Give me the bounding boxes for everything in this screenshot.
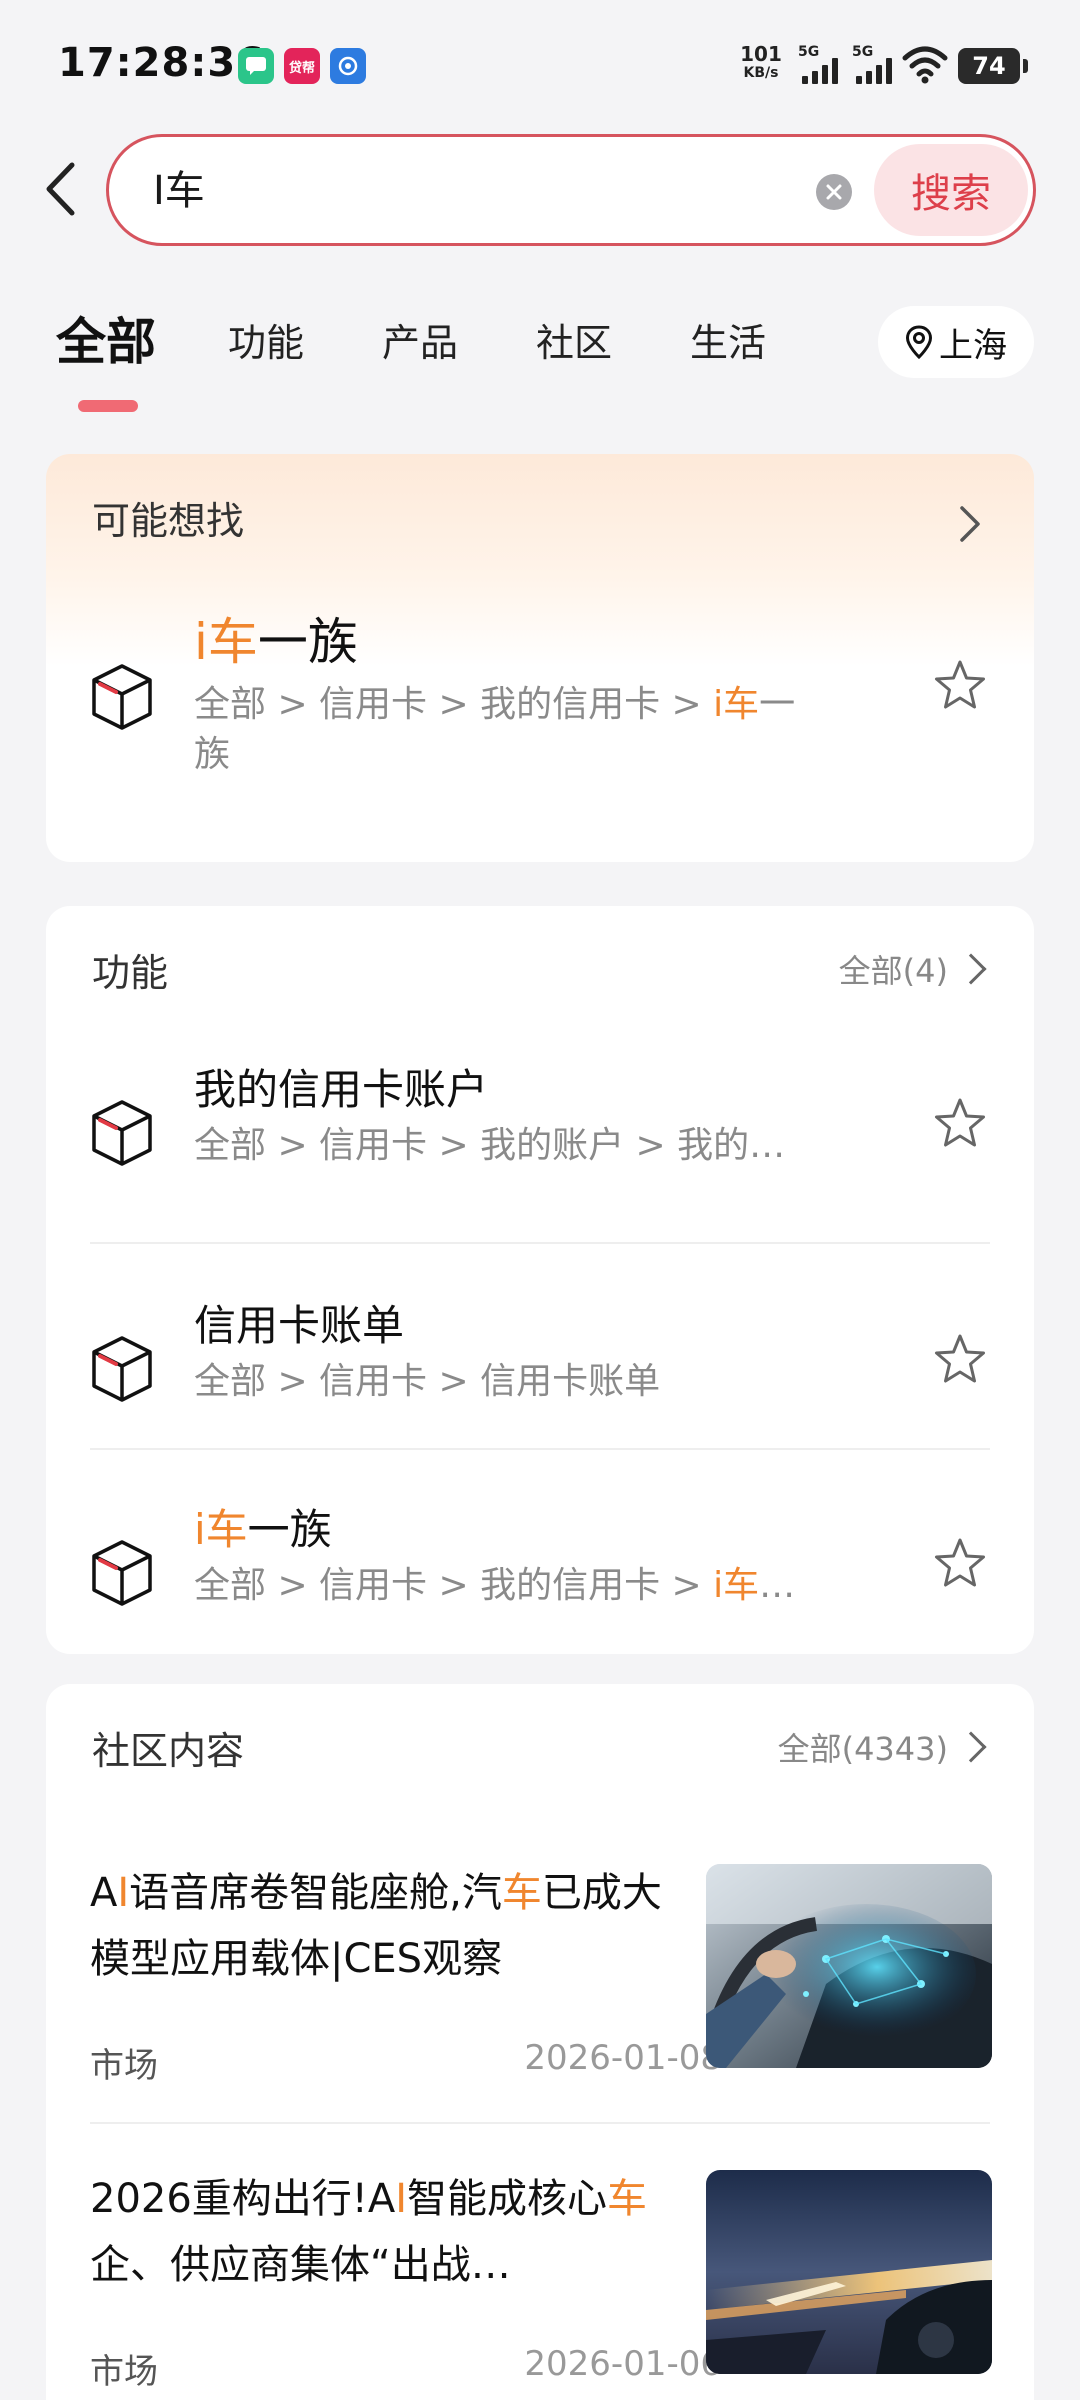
close-icon [826,184,842,200]
cube-icon [90,1538,154,1608]
search-button[interactable]: 搜索 [874,144,1028,236]
car-cockpit-ai-image[interactable] [706,1864,992,2068]
clean-app-icon [330,48,366,84]
function-item-path: 全部 > 信用卡 > 信用卡账单 [194,1361,661,1402]
functions-view-all[interactable]: 全部(4) [839,946,990,992]
function-item-title: 信用卡账单 [194,1301,405,1350]
car-highway-night-image[interactable] [706,2170,992,2374]
favorite-star-icon[interactable] [932,1536,988,1592]
functions-count-label: 全部(4) [838,952,948,990]
function-item-title: i车一族 [194,1505,332,1554]
battery-indicator: 74 [958,48,1028,84]
community-count-label: 全部(4343) [777,1730,948,1768]
article-item[interactable]: AI语音席卷智能座舱,汽车已成大模型应用载体|CES观察 市场 2026-01-… [46,1860,1034,2120]
function-item-path: 全部 > 信用卡 > 我的账户 > 我的… [194,1125,786,1166]
cube-icon [90,662,154,732]
bank-app-icon: 贷帮 [284,48,320,84]
tab-product[interactable]: 产品 [382,312,458,367]
suggestion-card: 可能想找 i车一族 全部 > 信用卡 > 我的信用卡 > i车一族 [46,454,1034,862]
function-item-icar[interactable]: i车一族 全部 > 信用卡 > 我的信用卡 > i车… [46,1496,1034,1636]
chevron-right-icon [955,1731,987,1763]
active-tab-indicator [78,400,138,412]
search-bar[interactable]: I车 搜索 [106,134,1036,246]
back-button[interactable] [34,154,86,224]
signal-sim1-icon: 5G [798,44,842,84]
category-tabs: 全部 功能 产品 社区 生活 上海 [0,290,1080,420]
signal-sim2-icon: 5G [852,44,896,84]
search-input[interactable]: I车 [153,161,205,221]
network-speed-unit: KB/s [743,65,779,81]
network-speed: 101 KB/s [736,44,786,80]
functions-card: 功能 全部(4) 我的信用卡账户 全部 > 信用卡 > 我的账户 > 我的… 信… [46,906,1034,1654]
tab-community[interactable]: 社区 [536,312,612,367]
cube-icon [90,1334,154,1404]
cube-icon [90,1098,154,1168]
status-time: 17:28:36 [58,40,265,86]
suggestion-title: 可能想找 [92,499,245,543]
favorite-star-icon[interactable] [932,1332,988,1388]
back-arrow-icon [46,162,75,216]
favorite-star-icon[interactable] [932,1096,988,1152]
location-pin-icon [905,325,933,359]
chevron-right-icon[interactable] [958,504,982,548]
article-date: 2026-01-06 [524,2344,722,2384]
article-item[interactable]: 2026重构出行!AI智能成核心车企、供应商集体“出战… 市场 2026-01-… [46,2166,1034,2400]
divider [90,1242,990,1244]
article-title: 2026重构出行!AI智能成核心车企、供应商集体“出战… [90,2176,647,2288]
tab-life[interactable]: 生活 [690,312,766,367]
clear-search-button[interactable] [816,174,852,210]
divider [90,2122,990,2124]
wifi-icon [902,44,948,88]
tab-all[interactable]: 全部 [56,302,156,374]
suggestion-item-path: 全部 > 信用卡 > 我的信用卡 > i车一族 [194,684,796,775]
chevron-right-icon [955,953,987,985]
location-selector[interactable]: 上海 [878,306,1034,378]
function-item-credit-account[interactable]: 我的信用卡账户 全部 > 信用卡 > 我的账户 > 我的… [46,1056,1034,1256]
network-speed-value: 101 [740,42,782,66]
message-app-icon [238,48,274,84]
tab-function[interactable]: 功能 [228,312,304,367]
function-item-credit-bill[interactable]: 信用卡账单 全部 > 信用卡 > 信用卡账单 [46,1292,1034,1492]
status-bar: 17:28:36 贷帮 101 KB/s 5G 5G 74 [0,0,1080,120]
functions-title: 功能 [92,951,169,995]
article-date: 2026-01-08 [524,2038,722,2078]
article-title: AI语音席卷智能座舱,汽车已成大模型应用载体|CES观察 [90,1870,662,1982]
article-source: 市场 [90,2352,158,2392]
community-card: 社区内容 全部(4343) AI语音席卷智能座舱,汽车已成大模型应用载体|CES… [46,1684,1034,2400]
suggestion-item-title: i车一族 [194,613,358,671]
favorite-star-icon[interactable] [932,658,988,714]
community-view-all[interactable]: 全部(4343) [778,1724,990,1770]
location-label: 上海 [939,325,1007,366]
divider [90,1448,990,1450]
function-item-title: 我的信用卡账户 [194,1065,489,1114]
bank-app-icon-label: 贷帮 [288,60,315,76]
community-title: 社区内容 [92,1729,245,1773]
function-item-path: 全部 > 信用卡 > 我的信用卡 > i车… [194,1565,796,1606]
article-source: 市场 [90,2046,158,2086]
suggestion-item[interactable]: i车一族 全部 > 信用卡 > 我的信用卡 > i车一族 [46,594,1034,824]
